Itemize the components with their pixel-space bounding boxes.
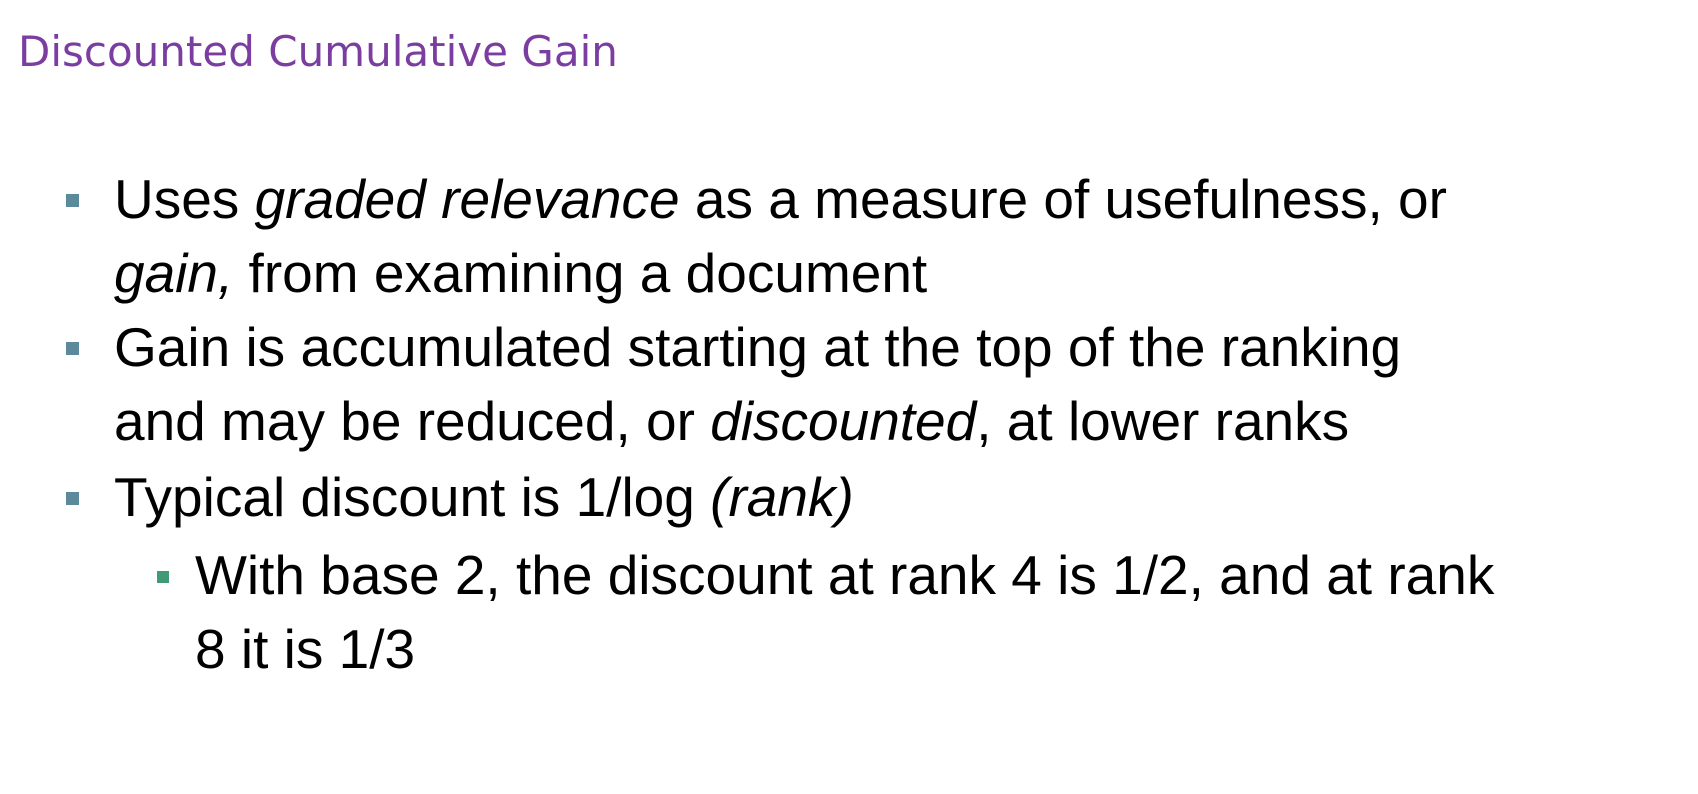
text-run: Uses	[114, 168, 255, 230]
sub-bullet-marker	[157, 571, 169, 583]
bullet-line: Gain is accumulated starting at the top …	[114, 310, 1401, 384]
bullet-marker	[66, 342, 79, 355]
bullet-line: With base 2, the discount at rank 4 is 1…	[195, 538, 1494, 612]
sub-bullet-base-2: With base 2, the discount at rank 4 is 1…	[157, 538, 1494, 686]
bullet-typical-discount: Typical discount is 1/log (rank)	[66, 460, 854, 534]
bullet-graded-relevance: Uses graded relevance as a measure of us…	[66, 162, 1447, 310]
text-run: and may be reduced, or	[114, 390, 711, 452]
italic-term: (rank)	[710, 466, 854, 528]
italic-term: graded relevance	[254, 168, 680, 230]
bullet-line: and may be reduced, or discounted, at lo…	[114, 384, 1401, 458]
slide: Discounted Cumulative Gain Uses graded r…	[0, 0, 1698, 794]
text-run: Typical discount is 1/log	[114, 466, 711, 528]
text-run: from examining a document	[233, 242, 928, 304]
bullet-gain-accumulated: Gain is accumulated starting at the top …	[66, 310, 1401, 458]
bullet-marker	[66, 492, 79, 505]
text-run: as a measure of usefulness, or	[679, 168, 1447, 230]
text-run: With base 2, the discount at rank 4 is 1…	[195, 544, 1495, 606]
bullet-marker	[66, 194, 79, 207]
text-run: Gain is accumulated starting at the top …	[114, 316, 1402, 378]
bullet-line: Uses graded relevance as a measure of us…	[114, 162, 1447, 236]
bullet-line: Typical discount is 1/log (rank)	[114, 460, 854, 534]
italic-term: gain,	[114, 242, 234, 304]
italic-term: discounted	[710, 390, 977, 452]
slide-title: Discounted Cumulative Gain	[18, 27, 618, 76]
bullet-line: gain, from examining a document	[114, 236, 1447, 310]
text-run: , at lower ranks	[976, 390, 1350, 452]
text-run: 8 it is 1/3	[195, 618, 416, 680]
bullet-line: 8 it is 1/3	[195, 612, 1494, 686]
